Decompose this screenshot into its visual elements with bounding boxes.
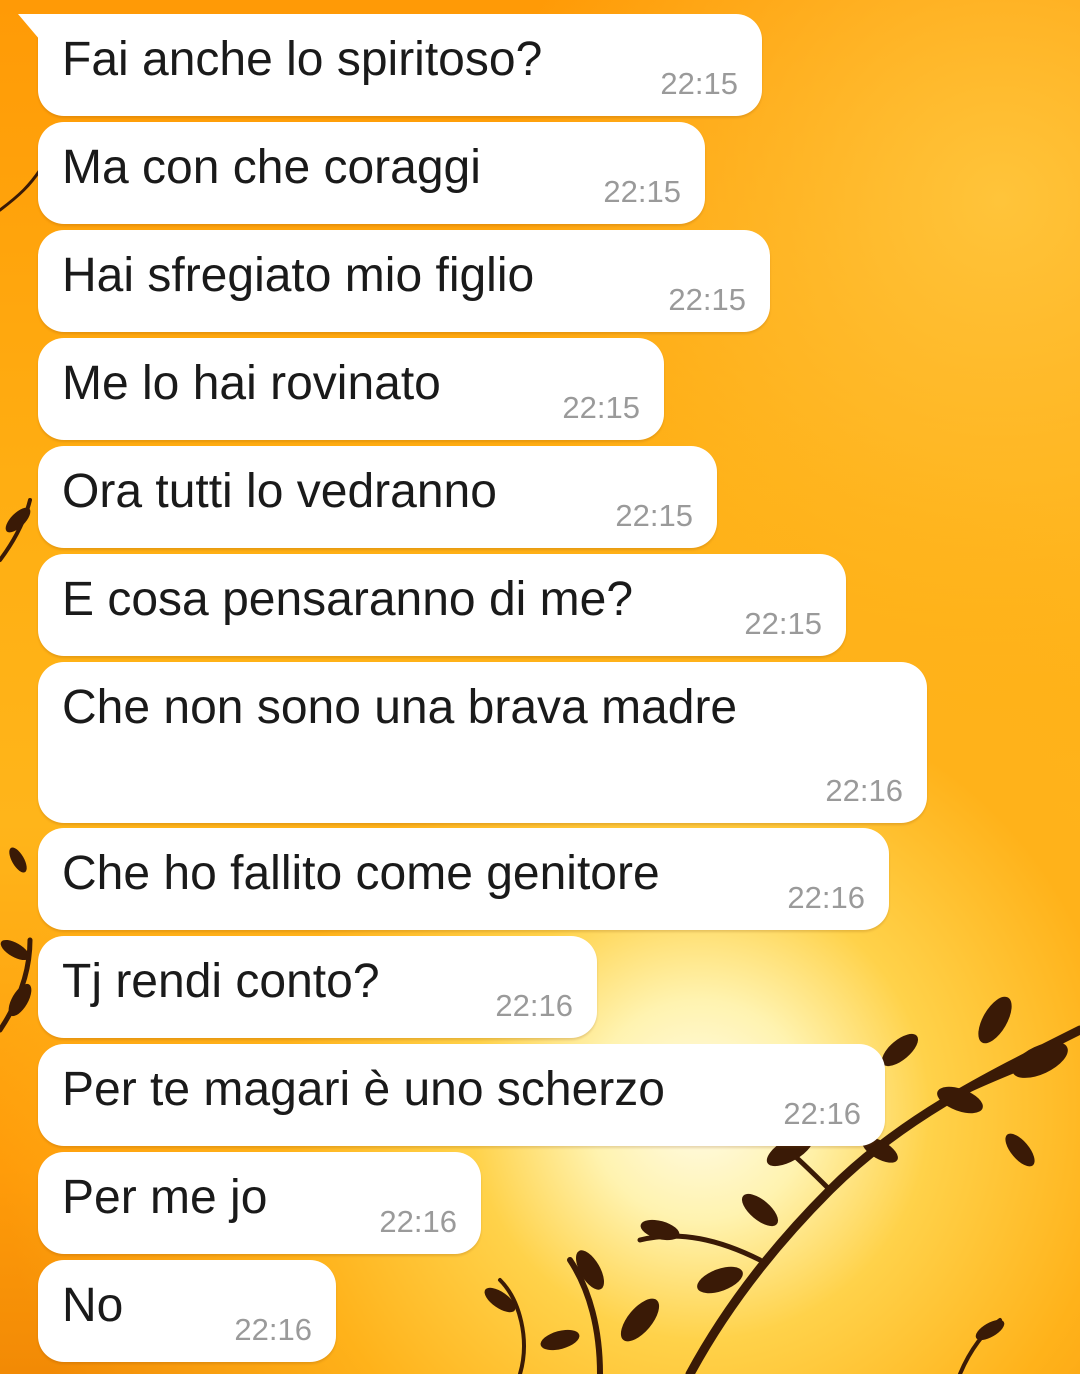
message-time: 22:15	[615, 498, 693, 533]
message-time: 22:16	[783, 1096, 861, 1131]
message-text: Per te magari è uno scherzo	[62, 1063, 665, 1116]
message-text: Che non sono una brava madre	[62, 681, 738, 734]
message-time: 22:15	[744, 606, 822, 641]
message-time: 22:16	[495, 988, 573, 1023]
message-text: No	[62, 1279, 124, 1332]
message-bubble[interactable]: Tj rendi conto? 22:16	[38, 936, 597, 1038]
message-text: Che ho fallito come genitore	[62, 847, 660, 900]
message-bubble[interactable]: Che non sono una brava madre 22:16	[38, 662, 927, 823]
message-bubble[interactable]: Fai anche lo spiritoso? 22:15	[18, 14, 762, 116]
message-time: 22:16	[234, 1312, 312, 1347]
message-bubble[interactable]: Hai sfregiato mio figlio 22:15	[38, 230, 770, 332]
message-time: 22:15	[668, 282, 746, 317]
message-time: 22:15	[660, 66, 738, 101]
message-list[interactable]: Fai anche lo spiritoso? 22:15 Ma con che…	[0, 0, 1080, 1374]
message-text: E cosa pensaranno di me?	[62, 573, 634, 626]
message-text: Hai sfregiato mio figlio	[62, 249, 535, 302]
message-bubble[interactable]: No 22:16	[38, 1260, 336, 1362]
message-bubble[interactable]: Ma con che coraggi 22:15	[38, 122, 705, 224]
message-bubble[interactable]: E cosa pensaranno di me? 22:15	[38, 554, 846, 656]
message-bubble[interactable]: Me lo hai rovinato 22:15	[38, 338, 664, 440]
message-text: Ora tutti lo vedranno	[62, 465, 497, 518]
message-text: Tj rendi conto?	[62, 955, 380, 1008]
message-bubble[interactable]: Ora tutti lo vedranno 22:15	[38, 446, 717, 548]
bubble-tail	[18, 14, 40, 40]
message-text: Me lo hai rovinato	[62, 357, 441, 410]
message-time: 22:15	[562, 390, 640, 425]
message-bubble[interactable]: Per me jo 22:16	[38, 1152, 481, 1254]
message-time: 22:16	[379, 1204, 457, 1239]
message-text: Fai anche lo spiritoso?	[62, 33, 543, 86]
message-text: Per me jo	[62, 1171, 268, 1224]
message-time: 22:16	[825, 773, 903, 808]
message-text: Ma con che coraggi	[62, 141, 481, 194]
message-time: 22:15	[603, 174, 681, 209]
message-time: 22:16	[787, 880, 865, 915]
message-bubble[interactable]: Che ho fallito come genitore 22:16	[38, 828, 889, 930]
message-bubble[interactable]: Per te magari è uno scherzo 22:16	[38, 1044, 885, 1146]
